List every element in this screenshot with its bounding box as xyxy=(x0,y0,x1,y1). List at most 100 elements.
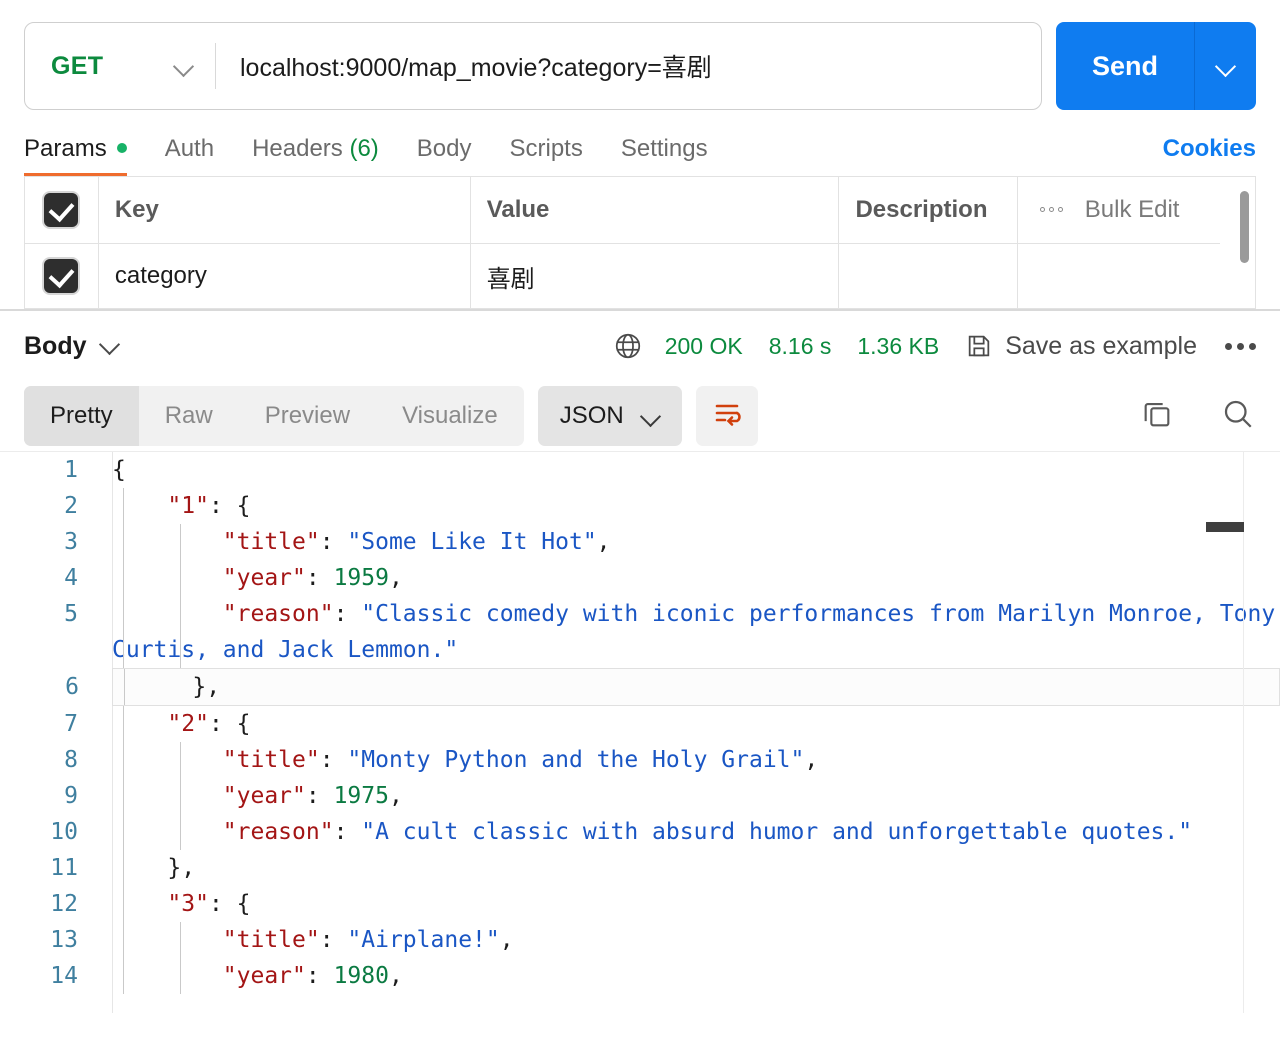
code-line-text: }, xyxy=(192,674,221,700)
row-key-value: category xyxy=(114,262,207,289)
indent-guide xyxy=(123,886,124,922)
tab-raw[interactable]: Raw xyxy=(139,386,239,446)
save-as-example-button[interactable]: Save as example xyxy=(1005,332,1197,361)
response-actions xyxy=(1140,396,1256,437)
code-line[interactable]: 14 "year": 1980, xyxy=(0,958,1280,994)
indent-guide xyxy=(180,958,181,994)
chevron-down-icon xyxy=(175,57,193,75)
line-number: 8 xyxy=(64,747,78,773)
line-number: 14 xyxy=(50,963,78,989)
code-line[interactable]: 7 "2": { xyxy=(0,706,1280,742)
row-description-cell[interactable] xyxy=(838,243,1018,308)
indent-guide xyxy=(180,922,181,958)
line-number: 2 xyxy=(64,493,78,519)
tab-auth[interactable]: Auth xyxy=(165,135,214,176)
response-view-tabs: Pretty Raw Preview Visualize xyxy=(24,386,524,446)
indent-guide xyxy=(123,958,124,994)
line-number: 12 xyxy=(50,891,78,917)
chevron-down-icon xyxy=(1217,57,1235,75)
code-line[interactable]: 12 "3": { xyxy=(0,886,1280,922)
params-table-container: Key Value Description Bulk Edit category xyxy=(24,176,1256,309)
indent-guide xyxy=(180,560,181,596)
send-options-button[interactable] xyxy=(1194,22,1256,110)
code-line-text: "reason": "Classic comedy with iconic pe… xyxy=(112,601,1276,663)
indent-guide xyxy=(124,669,125,705)
tab-settings[interactable]: Settings xyxy=(621,135,708,176)
indent-guide xyxy=(180,524,181,560)
code-line-text: }, xyxy=(167,855,196,881)
code-line[interactable]: 4 "year": 1959, xyxy=(0,560,1280,596)
response-time: 8.16 s xyxy=(768,332,832,359)
line-number: 5 xyxy=(64,601,78,627)
code-scrollbar-thumb[interactable] xyxy=(1206,522,1244,532)
code-line-text: "reason": "A cult classic with absurd hu… xyxy=(222,819,1193,845)
code-line-text: "title": "Monty Python and the Holy Grai… xyxy=(222,747,819,773)
column-header-value-label: Value xyxy=(486,195,550,223)
tab-body[interactable]: Body xyxy=(417,135,472,176)
tab-pretty[interactable]: Pretty xyxy=(24,386,139,446)
indent-guide xyxy=(123,814,124,850)
params-table: Key Value Description Bulk Edit category xyxy=(25,177,1220,308)
line-number: 3 xyxy=(64,529,78,555)
code-line[interactable]: 10 "reason": "A cult classic with absurd… xyxy=(0,814,1280,850)
indent-guide xyxy=(123,560,124,596)
indent-guide xyxy=(123,778,124,814)
body-dropdown-button[interactable] xyxy=(101,335,119,358)
word-wrap-icon xyxy=(712,401,742,432)
response-more-options-icon[interactable] xyxy=(1225,342,1256,350)
response-format-label: JSON xyxy=(559,402,624,429)
tab-params[interactable]: Params xyxy=(24,135,127,176)
line-number: 1 xyxy=(64,457,78,483)
http-method-selector[interactable]: GET xyxy=(25,23,215,109)
tab-headers-label: Headers xyxy=(252,135,343,162)
response-body-viewer[interactable]: 1{2 "1": {3 "title": "Some Like It Hot",… xyxy=(0,451,1280,1013)
search-button[interactable] xyxy=(1220,396,1256,437)
word-wrap-button[interactable] xyxy=(695,386,758,446)
tab-scripts[interactable]: Scripts xyxy=(510,135,583,176)
copy-icon xyxy=(1140,397,1174,436)
indent-guide xyxy=(123,706,124,742)
select-all-cell xyxy=(25,177,99,244)
column-header-key-label: Key xyxy=(114,195,159,223)
more-options-icon[interactable] xyxy=(1039,207,1063,213)
tab-visualize[interactable]: Visualize xyxy=(376,386,524,446)
row-value-value: 喜剧 xyxy=(486,265,535,293)
copy-button[interactable] xyxy=(1140,397,1174,436)
response-format-selector[interactable]: JSON xyxy=(537,386,682,446)
code-line[interactable]: 9 "year": 1975, xyxy=(0,778,1280,814)
select-all-checkbox[interactable] xyxy=(44,192,79,227)
line-number: 10 xyxy=(50,819,78,845)
code-line-text: { xyxy=(112,457,126,483)
column-header-description-label: Description xyxy=(855,195,988,223)
tab-params-label: Params xyxy=(24,135,107,162)
http-method-label: GET xyxy=(51,51,104,80)
code-line[interactable]: 8 "title": "Monty Python and the Holy Gr… xyxy=(0,742,1280,778)
response-view-bar: Pretty Raw Preview Visualize JSON xyxy=(0,381,1280,451)
row-value-cell[interactable]: 喜剧 xyxy=(470,243,840,308)
tab-scripts-label: Scripts xyxy=(509,135,583,162)
code-scrollbar-track[interactable] xyxy=(1243,452,1244,1013)
send-button[interactable]: Send xyxy=(1055,22,1194,110)
row-key-cell[interactable]: category xyxy=(98,243,471,308)
code-line[interactable]: 3 "title": "Some Like It Hot", xyxy=(0,524,1280,560)
code-line[interactable]: 6 }, xyxy=(65,668,1280,706)
column-header-key: Key xyxy=(98,177,471,244)
tab-headers[interactable]: Headers (6) xyxy=(252,135,379,176)
code-line[interactable]: 2 "1": { xyxy=(0,488,1280,524)
code-line[interactable]: 1{ xyxy=(0,452,1280,488)
tab-preview[interactable]: Preview xyxy=(239,386,376,446)
code-line[interactable]: 5 "reason": "Classic comedy with iconic … xyxy=(0,596,1280,668)
row-checkbox[interactable] xyxy=(44,259,79,293)
code-line-text: "title": "Airplane!", xyxy=(222,927,514,953)
response-status-group: 200 OK 8.16 s 1.36 KB Save as example xyxy=(613,331,1256,361)
chevron-down-icon xyxy=(101,335,119,353)
code-line[interactable]: 11 }, xyxy=(0,850,1280,886)
indent-guide xyxy=(123,596,124,668)
code-line[interactable]: 13 "title": "Airplane!", xyxy=(0,922,1280,958)
tab-auth-label: Auth xyxy=(164,135,215,162)
params-table-scrollbar[interactable] xyxy=(1240,191,1249,263)
cookies-link[interactable]: Cookies xyxy=(1163,135,1256,176)
request-tabs: Params Auth Headers (6) Body Scripts Set… xyxy=(0,113,1280,176)
bulk-edit-button[interactable]: Bulk Edit xyxy=(1085,196,1180,224)
url-input[interactable] xyxy=(216,51,1041,81)
